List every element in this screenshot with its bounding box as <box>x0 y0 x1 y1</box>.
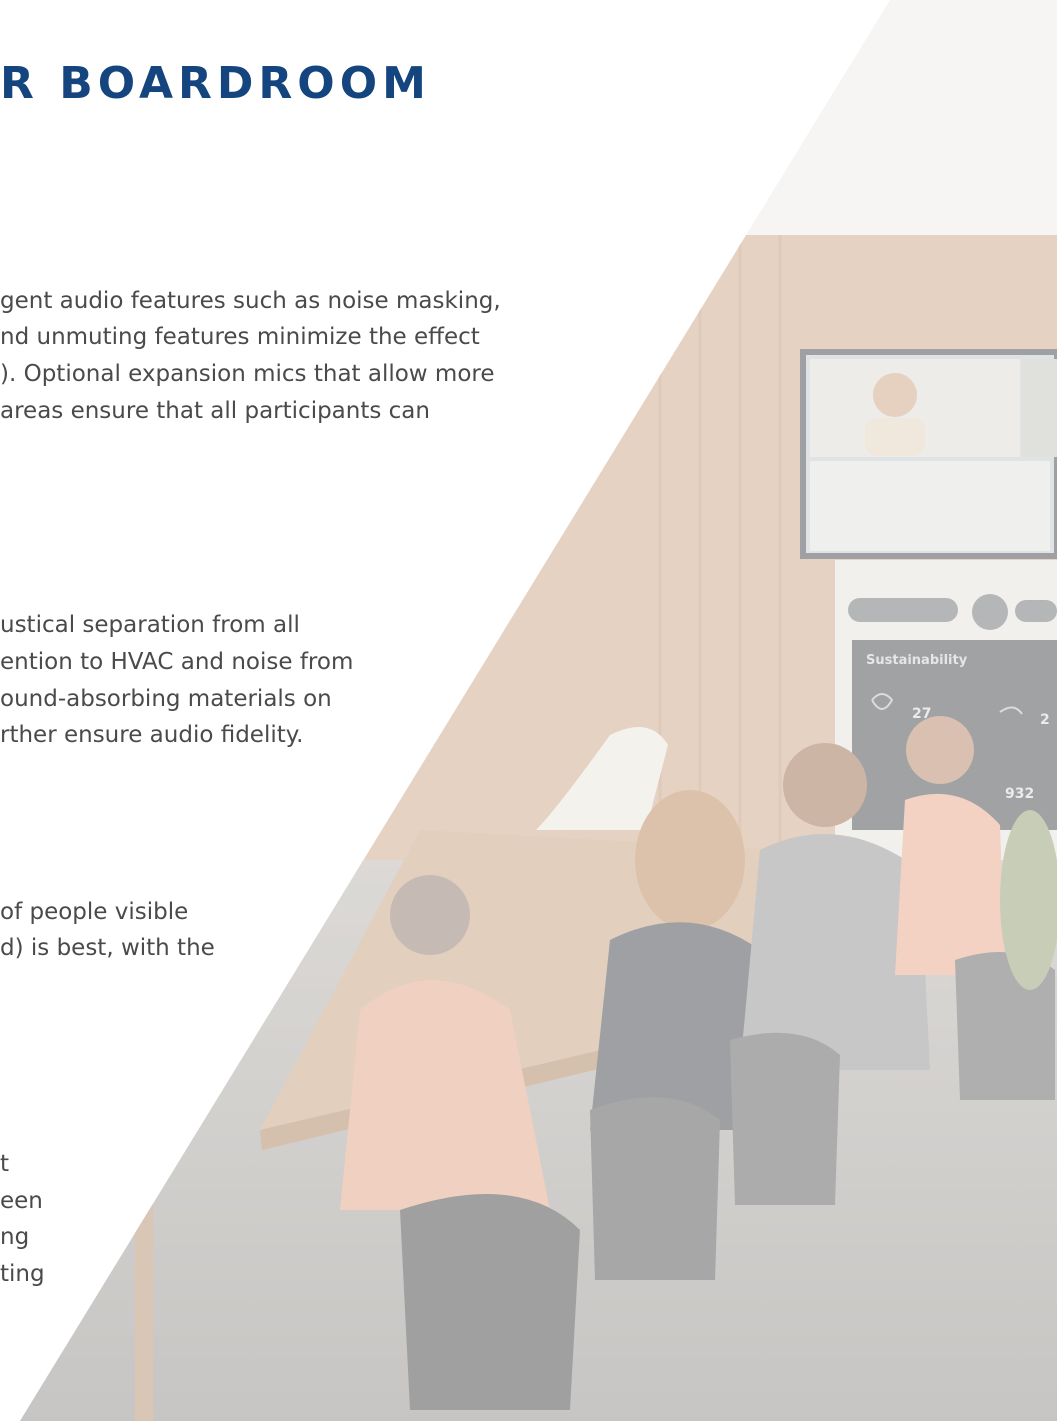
page-title: R BOARDROOM <box>0 58 431 109</box>
section-3-line-2: d) is best, with the <box>0 935 215 961</box>
section-4-line-3: ng <box>0 1224 30 1250</box>
section-1-line-2: nd unmuting features minimize the effect <box>0 324 480 350</box>
section-1-line-4: areas ensure that all participants can <box>0 398 430 424</box>
section-4-line-4: ting <box>0 1261 45 1287</box>
section-2-line-2: ention to HVAC and noise from <box>0 649 354 675</box>
section-4-line-2: een <box>0 1188 43 1214</box>
section-1-line-3: ). Optional expansion mics that allow mo… <box>0 361 495 387</box>
section-3-line-1: of people visible <box>0 899 189 925</box>
section-1-line-1: gent audio features such as noise maskin… <box>0 288 501 314</box>
section-4-line-1: t <box>0 1151 10 1177</box>
section-2-line-4: rther ensure audio fidelity. <box>0 722 304 748</box>
section-2-line-3: ound-absorbing materials on <box>0 686 332 712</box>
section-2-line-1: ustical separation from all <box>0 612 300 638</box>
